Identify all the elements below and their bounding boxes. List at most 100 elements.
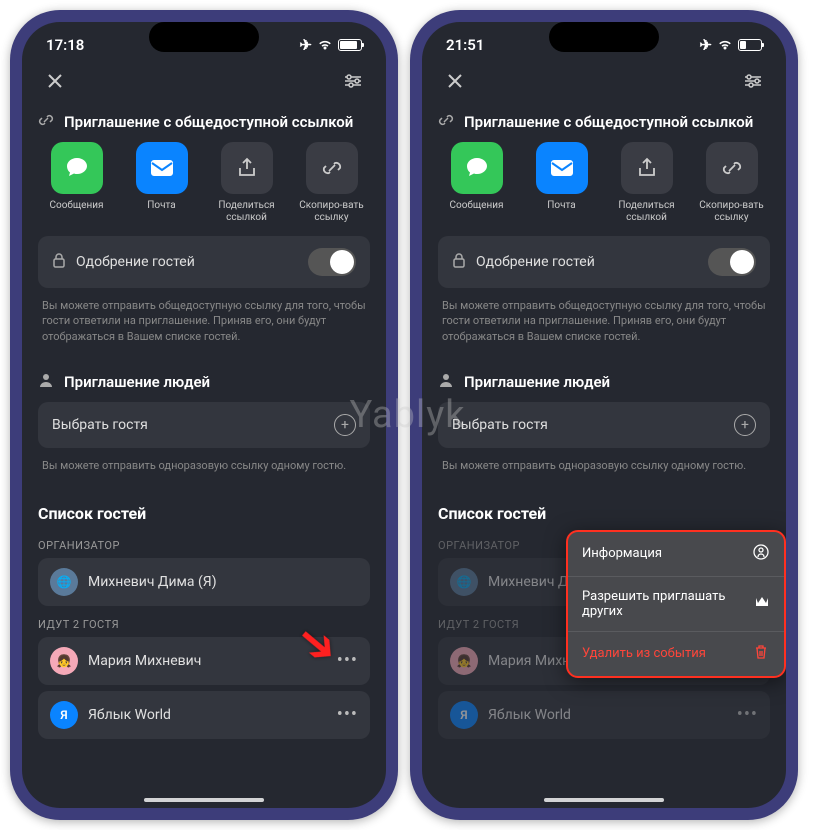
share-messages[interactable]: Сообщения — [438, 142, 515, 224]
airplane-icon: ✈︎ — [699, 36, 712, 54]
approval-help: Вы можете отправить общедоступную ссылку… — [438, 294, 770, 354]
wifi-icon — [317, 39, 333, 51]
plus-icon: + — [734, 414, 756, 436]
notch — [549, 22, 659, 52]
invite-people-title: Приглашение людей — [464, 373, 610, 391]
share-icon — [221, 142, 273, 194]
guest-list-header: Список гостей — [38, 496, 370, 533]
approval-toggle[interactable] — [708, 248, 756, 276]
copy-label: Скопиро-вать ссылку — [293, 200, 370, 224]
messages-icon — [51, 142, 103, 194]
trash-icon — [752, 644, 770, 664]
invite-link-title: Приглашение с общедоступной ссылкой — [64, 113, 353, 131]
share-link[interactable]: Поделиться ссылкой — [608, 142, 685, 224]
link-icon — [438, 112, 454, 132]
wifi-icon — [717, 39, 733, 51]
choose-guest-label: Выбрать гостя — [52, 417, 148, 433]
ctx-remove[interactable]: Удалить из события — [568, 632, 784, 676]
status-time: 21:51 — [446, 36, 484, 54]
choose-help: Вы можете отправить одноразовую ссылку о… — [438, 454, 770, 483]
ctx-info[interactable]: Информация — [568, 532, 784, 577]
close-icon — [447, 73, 463, 89]
phone-right: 21:51 ✈︎ 28 — [410, 10, 798, 820]
organizer-label: ОРГАНИЗАТОР — [38, 533, 370, 558]
share-mail[interactable]: Почта — [123, 142, 200, 224]
plus-icon: + — [334, 414, 356, 436]
avatar: 🌐 — [50, 568, 78, 596]
guest-row[interactable]: Я Яблык World ••• — [38, 691, 370, 739]
more-button[interactable]: ••• — [337, 704, 358, 725]
copy-link-icon — [706, 142, 758, 194]
close-button[interactable] — [40, 66, 70, 96]
avatar: Я — [450, 701, 478, 729]
mail-icon — [536, 142, 588, 194]
copy-label: Скопиро-вать ссылку — [693, 200, 770, 224]
ctx-info-label: Информация — [582, 546, 662, 561]
approval-toggle[interactable] — [308, 248, 356, 276]
home-indicator[interactable] — [144, 798, 264, 802]
mail-label: Почта — [547, 200, 575, 212]
copy-link[interactable]: Скопиро-вать ссылку — [293, 142, 370, 224]
lock-icon — [52, 252, 66, 272]
context-menu: Информация Разрешить приглашать других У… — [566, 530, 786, 678]
organizer-row[interactable]: 🌐 Михневич Дима (Я) — [38, 558, 370, 606]
battery-icon: 28 — [738, 39, 762, 51]
approval-toggle-row: Одобрение гостей — [438, 236, 770, 288]
share-icon — [621, 142, 673, 194]
ctx-allow-invite[interactable]: Разрешить приглашать других — [568, 577, 784, 632]
more-button[interactable]: ••• — [737, 704, 758, 725]
mail-icon — [136, 142, 188, 194]
status-time: 17:18 — [46, 36, 84, 54]
guests-going-label: ИДУТ 2 ГОСТЯ — [38, 612, 370, 637]
settings-button[interactable] — [738, 66, 768, 96]
link-icon — [38, 112, 54, 132]
share-mail[interactable]: Почта — [523, 142, 600, 224]
approval-label: Одобрение гостей — [76, 254, 195, 270]
guest-name: Яблык World — [488, 707, 571, 723]
share-link[interactable]: Поделиться ссылкой — [208, 142, 285, 224]
choose-guest-row[interactable]: Выбрать гостя + — [438, 402, 770, 448]
person-icon — [438, 372, 454, 392]
sliders-icon — [343, 73, 363, 89]
lock-icon — [452, 252, 466, 272]
copy-link-icon — [306, 142, 358, 194]
copy-link[interactable]: Скопиро-вать ссылку — [693, 142, 770, 224]
messages-label: Сообщения — [49, 200, 103, 212]
guest-row[interactable]: 👧 Мария Михневич ••• — [38, 637, 370, 685]
share-label: Поделиться ссылкой — [608, 200, 685, 224]
approval-toggle-row: Одобрение гостей — [38, 236, 370, 288]
avatar: Я — [50, 701, 78, 729]
choose-guest-row[interactable]: Выбрать гостя + — [38, 402, 370, 448]
crown-icon — [754, 595, 770, 613]
ctx-allow-label: Разрешить приглашать других — [582, 589, 754, 619]
close-button[interactable] — [440, 66, 470, 96]
share-label: Поделиться ссылкой — [208, 200, 285, 224]
info-icon — [752, 544, 770, 564]
choose-help: Вы можете отправить одноразовую ссылку о… — [38, 454, 370, 483]
invite-people-title: Приглашение людей — [64, 373, 210, 391]
airplane-icon: ✈︎ — [299, 36, 312, 54]
invite-link-title: Приглашение с общедоступной ссылкой — [464, 113, 753, 131]
avatar: 👧 — [450, 647, 478, 675]
more-button[interactable]: ••• — [337, 650, 358, 671]
settings-button[interactable] — [338, 66, 368, 96]
notch — [149, 22, 259, 52]
choose-guest-label: Выбрать гостя — [452, 417, 548, 433]
close-icon — [47, 73, 63, 89]
person-icon — [38, 372, 54, 392]
sliders-icon — [743, 73, 763, 89]
mail-label: Почта — [147, 200, 175, 212]
avatar: 👧 — [50, 647, 78, 675]
messages-label: Сообщения — [449, 200, 503, 212]
share-messages[interactable]: Сообщения — [38, 142, 115, 224]
organizer-name: Михневич Дима (Я) — [88, 574, 217, 590]
guest-list-header: Список гостей — [438, 496, 770, 533]
approval-help: Вы можете отправить общедоступную ссылку… — [38, 294, 370, 354]
guest-row[interactable]: Я Яблык World ••• — [438, 691, 770, 739]
phone-left: 17:18 ✈︎ 83 — [10, 10, 398, 820]
ctx-remove-label: Удалить из события — [582, 646, 706, 661]
home-indicator[interactable] — [544, 798, 664, 802]
messages-icon — [451, 142, 503, 194]
guest-name: Яблык World — [88, 707, 171, 723]
battery-icon: 83 — [338, 39, 362, 51]
